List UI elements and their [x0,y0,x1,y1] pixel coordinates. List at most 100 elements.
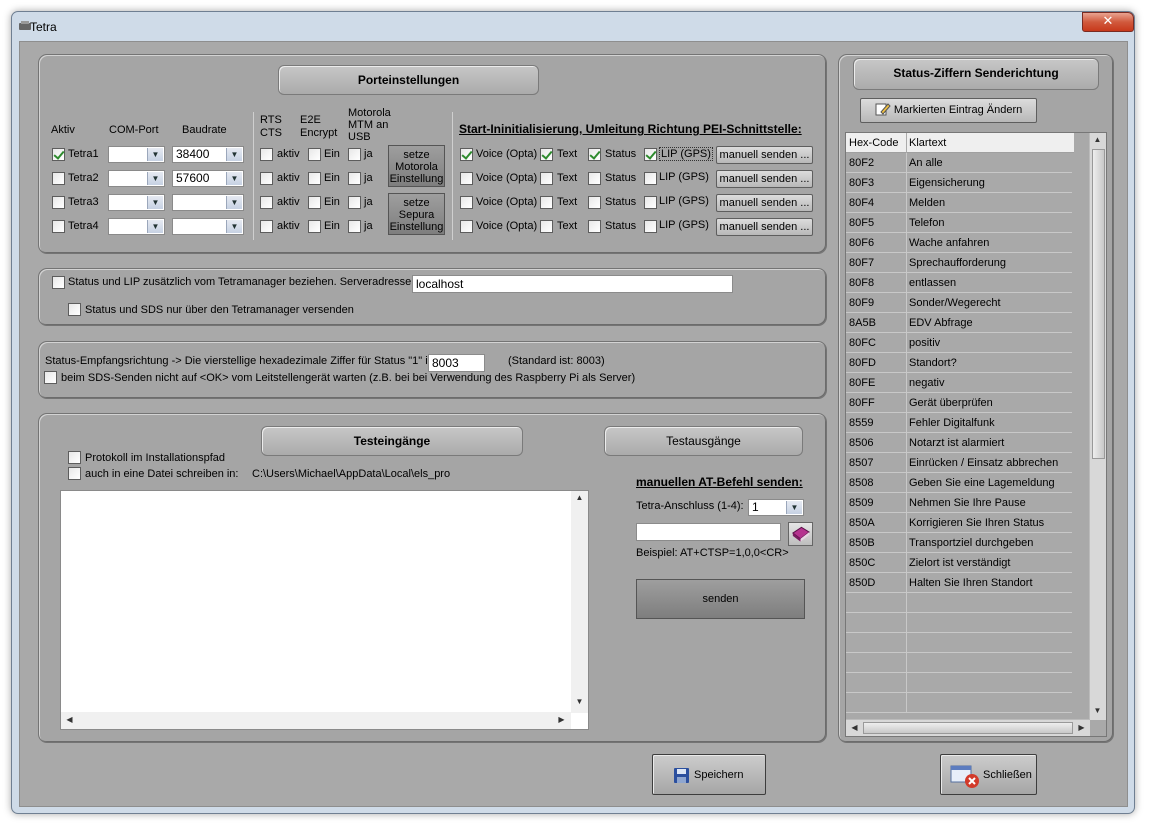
port-active-checkbox[interactable] [52,172,65,185]
test-log-textarea[interactable]: ▲ ▼ ◀ ▶ [60,490,589,730]
table-row[interactable]: 80FE negativ [846,373,1072,393]
table-row[interactable]: 850B Transportziel durchgeben [846,533,1072,553]
rts-checkbox[interactable] [260,220,273,233]
lip-checkbox[interactable] [644,172,657,185]
text-checkbox[interactable] [540,220,553,233]
table-row[interactable]: 8507 Einrücken / Einsatz abbrechen [846,453,1072,473]
rts-checkbox[interactable] [260,148,273,161]
table-row[interactable]: 80F3 Eigensicherung [846,173,1072,193]
scroll-up-icon[interactable]: ▲ [1090,135,1105,144]
chevron-down-icon[interactable]: ▼ [226,172,242,185]
port-active-checkbox[interactable] [52,220,65,233]
at-command-input[interactable] [636,523,781,541]
table-row[interactable]: 80F9 Sonder/Wegerecht [846,293,1072,313]
table-row[interactable]: 850A Korrigieren Sie Ihren Status [846,513,1072,533]
grid-vscroll[interactable]: ▲ ▼ [1089,133,1106,720]
grid-hscroll[interactable]: ◀ ▶ [846,719,1090,736]
status1-hex-input[interactable]: 8003 [428,354,485,372]
port-select[interactable]: 1 ▼ [748,499,804,516]
status-checkbox[interactable] [588,148,601,161]
mtm-checkbox[interactable] [348,148,361,161]
mtm-checkbox[interactable] [348,172,361,185]
rts-checkbox[interactable] [260,172,273,185]
com-port-select[interactable]: ▼ [108,170,165,187]
com-port-select[interactable]: ▼ [108,194,165,211]
table-row[interactable] [846,593,1072,613]
sds-only-checkbox[interactable] [68,303,81,316]
text-checkbox[interactable] [540,196,553,209]
e2e-checkbox[interactable] [308,220,321,233]
sds-wait-checkbox[interactable] [44,371,57,384]
send-at-button[interactable]: senden [636,579,805,619]
save-button[interactable]: Speichern [652,754,766,795]
hscroll-thumb[interactable] [863,722,1073,734]
table-row[interactable]: 80F7 Sprechaufforderung [846,253,1072,273]
manual-send-button[interactable]: manuell senden ... [716,194,813,212]
chevron-down-icon[interactable]: ▼ [226,148,242,161]
scroll-thumb[interactable] [1092,149,1105,459]
scroll-left-icon[interactable]: ◀ [847,723,862,732]
chevron-down-icon[interactable]: ▼ [786,501,802,514]
status-checkbox[interactable] [588,220,601,233]
status-checkbox[interactable] [588,172,601,185]
chevron-down-icon[interactable]: ▼ [147,220,163,233]
text-checkbox[interactable] [540,172,553,185]
baudrate-select[interactable]: 57600 ▼ [172,170,244,187]
server-address-input[interactable]: localhost [412,275,733,293]
port-active-checkbox[interactable] [52,196,65,209]
com-port-select[interactable]: ▼ [108,218,165,235]
baudrate-select[interactable]: 38400 ▼ [172,146,244,163]
e2e-checkbox[interactable] [308,148,321,161]
table-row[interactable]: 80F5 Telefon [846,213,1072,233]
table-row[interactable]: 80F6 Wache anfahren [846,233,1072,253]
chevron-down-icon[interactable]: ▼ [147,196,163,209]
table-row[interactable]: 8559 Fehler Digitalfunk [846,413,1072,433]
manual-send-button[interactable]: manuell senden ... [716,146,813,164]
scroll-left-icon[interactable]: ◀ [62,715,77,724]
chevron-down-icon[interactable]: ▼ [226,220,242,233]
mtm-checkbox[interactable] [348,196,361,209]
scroll-down-icon[interactable]: ▼ [572,697,587,706]
text-checkbox[interactable] [540,148,553,161]
lip-checkbox[interactable] [644,220,657,233]
manual-send-button[interactable]: manuell senden ... [716,170,813,188]
chevron-down-icon[interactable]: ▼ [226,196,242,209]
at-history-button[interactable] [788,522,813,546]
lip-server-checkbox[interactable] [52,276,65,289]
scroll-down-icon[interactable]: ▼ [1090,706,1105,715]
port-active-checkbox[interactable] [52,148,65,161]
e2e-checkbox[interactable] [308,196,321,209]
scroll-right-icon[interactable]: ▶ [1074,723,1089,732]
voice-checkbox[interactable] [460,196,473,209]
table-row[interactable]: 8A5B EDV Abfrage [846,313,1072,333]
close-button[interactable]: Schließen [940,754,1037,795]
table-row[interactable]: 850C Zielort ist verständigt [846,553,1072,573]
baudrate-select[interactable]: ▼ [172,218,244,235]
set-sepura-button[interactable]: setze Sepura Einstellung [388,193,445,235]
table-row[interactable]: 80FD Standort? [846,353,1072,373]
set-motorola-button[interactable]: setze Motorola Einstellung [388,145,445,187]
manual-send-button[interactable]: manuell senden ... [716,218,813,236]
log-hscroll[interactable]: ◀ ▶ [61,712,571,729]
voice-checkbox[interactable] [460,172,473,185]
close-icon[interactable]: ✕ [1082,12,1134,32]
table-row[interactable]: 8508 Geben Sie eine Lagemeldung [846,473,1072,493]
table-row[interactable] [846,613,1072,633]
table-row[interactable]: 80F4 Melden [846,193,1072,213]
table-row[interactable] [846,653,1072,673]
voice-checkbox[interactable] [460,148,473,161]
lip-checkbox[interactable] [644,148,657,161]
table-row[interactable] [846,633,1072,653]
mtm-checkbox[interactable] [348,220,361,233]
log-vscroll[interactable]: ▲ ▼ [571,491,588,713]
lip-checkbox[interactable] [644,196,657,209]
voice-checkbox[interactable] [460,220,473,233]
file-log-checkbox[interactable] [68,467,81,480]
table-row[interactable]: 80F2 An alle [846,153,1072,173]
table-row[interactable]: 8509 Nehmen Sie Ihre Pause [846,493,1072,513]
chevron-down-icon[interactable]: ▼ [147,172,163,185]
edit-entry-button[interactable]: Markierten Eintrag Ändern [860,98,1037,123]
scroll-right-icon[interactable]: ▶ [554,715,569,724]
protocol-checkbox[interactable] [68,451,81,464]
rts-checkbox[interactable] [260,196,273,209]
